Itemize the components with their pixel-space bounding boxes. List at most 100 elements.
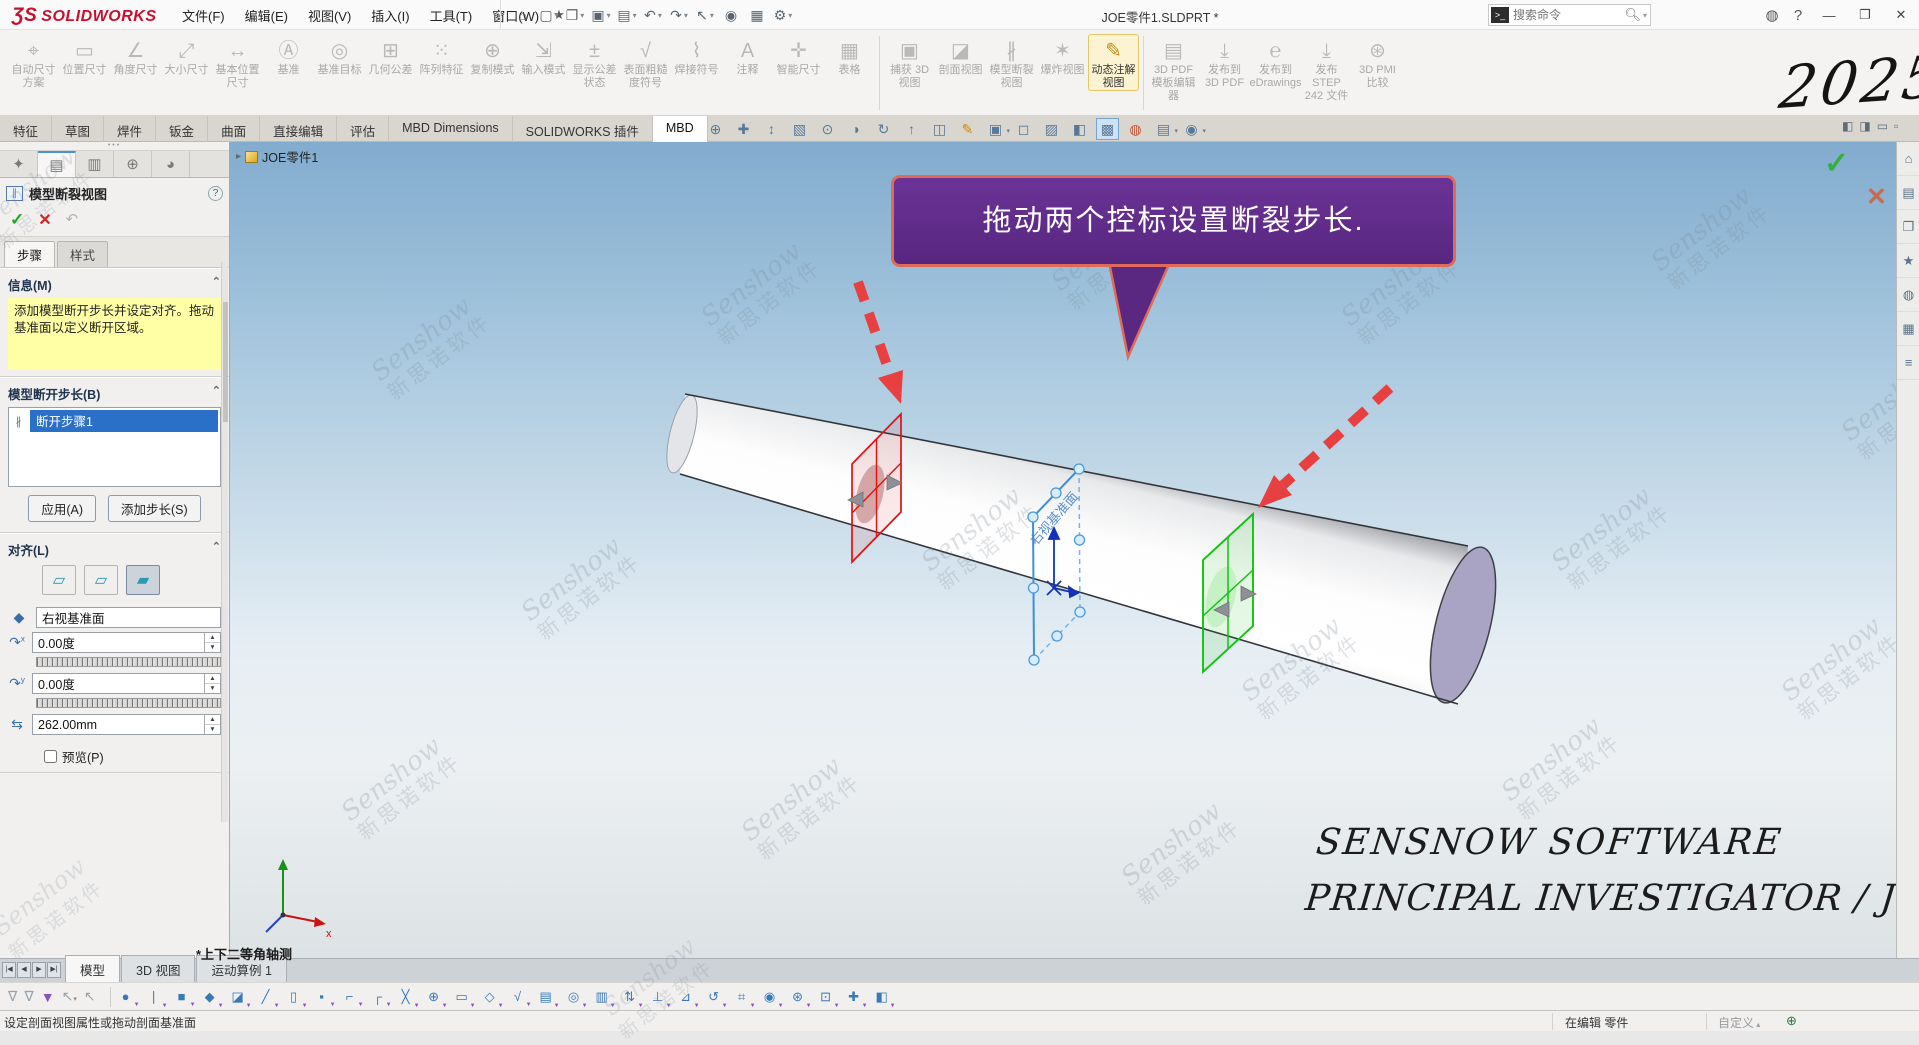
ribbon-button[interactable]: A 注释 — [722, 34, 773, 78]
maximize-button[interactable]: ❐ — [1847, 0, 1883, 30]
filter-tool-icon[interactable]: ◪ — [229, 989, 247, 1005]
angle-x-spinner[interactable]: ▲▼ — [204, 633, 220, 652]
preview-checkbox[interactable] — [44, 750, 57, 763]
align-flip-button[interactable]: ▱ — [84, 565, 118, 595]
list-item[interactable]: ∦ 断开步骤1 — [11, 410, 218, 432]
search-caret-icon[interactable]: ▾ — [1643, 11, 1647, 20]
ribbon-button[interactable]: ⇲ 输入模式 — [518, 34, 569, 78]
task-home-icon[interactable]: ⌂ — [1897, 142, 1919, 176]
filter-tool-icon[interactable]: ╱ — [257, 989, 275, 1005]
featuremanager-tab-icon[interactable]: ✦ — [0, 151, 38, 177]
filter-tool-icon[interactable]: ╳ — [397, 989, 415, 1005]
command-tab[interactable]: 评估 — [337, 116, 389, 142]
ribbon-button[interactable]: ◎ 基准目标 — [314, 34, 365, 78]
filter-tool-icon[interactable]: ⊛ — [789, 989, 807, 1005]
filter-tool-icon[interactable]: ⊥ — [649, 989, 667, 1005]
customize-menu[interactable]: 自定义 — [1718, 1014, 1760, 1031]
filter-tool-icon[interactable]: ⇅ — [621, 989, 639, 1005]
displaymanager-tab-icon[interactable]: ◕ — [152, 151, 190, 177]
account-icon[interactable]: ◍ — [1759, 6, 1785, 24]
help-icon[interactable]: ? — [1785, 7, 1811, 24]
ribbon-button[interactable]: ∦ 模型断裂视图 — [986, 34, 1037, 91]
filter-tool-icon[interactable]: ● — [117, 989, 135, 1004]
close-button[interactable]: ✕ — [1883, 0, 1919, 30]
filter-tool-icon[interactable]: ▯ — [285, 989, 303, 1005]
filter-tool-icon[interactable]: ◉ — [761, 989, 779, 1005]
zoom-selection-icon[interactable]: ⊙ — [816, 118, 839, 140]
confirm-ok-button[interactable]: ✓ — [1824, 146, 1849, 181]
dynamic-annotation-icon[interactable]: ✎ — [956, 118, 979, 140]
filter-tool-icon[interactable]: ✚ — [845, 989, 863, 1005]
angle-y-spinner[interactable]: ▲▼ — [204, 674, 220, 693]
undo-button[interactable]: ↶ — [66, 210, 79, 230]
tab-steps[interactable]: 步骤 — [4, 241, 55, 267]
filter-tool-icon[interactable]: ◧ — [873, 989, 891, 1005]
section-view-icon[interactable]: ◫ — [928, 118, 951, 140]
display-options-icon[interactable]: ▦ — [745, 3, 769, 27]
angle-x-field[interactable] — [33, 633, 204, 652]
pane-left-icon[interactable]: ◧ — [1842, 119, 1853, 133]
ribbon-button[interactable]: ⁙ 阵列特征 — [416, 34, 467, 78]
select-icon[interactable]: ↖ — [693, 3, 717, 27]
ribbon-button[interactable]: ⊛ 3D PMI 比较 — [1352, 34, 1403, 91]
filter-tool-icon[interactable]: ◇ — [481, 989, 499, 1005]
graphics-viewport[interactable]: Senshow新思诺软件Senshow新思诺软件Senshow新思诺软件Sens… — [230, 142, 1896, 958]
redo-icon[interactable]: ↷ — [667, 3, 691, 27]
minimize-button[interactable]: — — [1811, 0, 1847, 30]
align-xy-button[interactable]: ▱ — [42, 565, 76, 595]
pane-restore-icon[interactable]: ▫ — [1894, 119, 1898, 133]
ribbon-button[interactable]: ℮ 发布到 eDrawings — [1250, 34, 1301, 91]
filter-tool-icon[interactable]: ▥ — [593, 989, 611, 1005]
select-tool-icon[interactable]: ↖ — [62, 988, 77, 1005]
ribbon-button[interactable]: ⊕ 复制模式 — [467, 34, 518, 78]
ok-button[interactable]: ✓ — [10, 210, 24, 230]
filter-tool-icon[interactable]: ▭ — [453, 989, 471, 1005]
command-tab[interactable]: 直接编辑 — [260, 116, 337, 142]
view-orientation-icon[interactable]: ▣ — [984, 118, 1007, 140]
ribbon-button[interactable]: ⌖ 自动尺寸方案 — [8, 34, 59, 91]
panel-splitter[interactable]: ••• — [0, 142, 229, 151]
zoom-in-out-icon[interactable]: ↕ — [760, 118, 783, 140]
propertymanager-tab-icon[interactable]: ▤ — [38, 151, 76, 177]
ribbon-button[interactable]: √ 表面粗糙度符号 — [620, 34, 671, 91]
filter-tool-icon[interactable]: ▪ — [313, 989, 331, 1004]
options-icon[interactable]: ⚙ — [771, 3, 795, 27]
rotate-view-icon[interactable]: ↻ — [872, 118, 895, 140]
save-icon[interactable]: ▣ — [589, 3, 613, 27]
help-icon[interactable]: ? — [208, 186, 223, 201]
ribbon-button[interactable]: ▤ 3D PDF 模板编辑器 — [1148, 34, 1199, 104]
filter-tool-icon[interactable]: ■ — [173, 989, 191, 1004]
custom-properties-icon[interactable]: ▦ — [1897, 312, 1919, 346]
ribbon-button[interactable]: ⌇ 焊接符号 — [671, 34, 722, 78]
pan-icon[interactable]: ✚ — [732, 118, 755, 140]
mouse-gesture-icon[interactable]: ◉ — [719, 3, 743, 27]
command-tab[interactable]: MBD Dimensions — [389, 116, 513, 142]
flyout-feature-tree[interactable]: ▸ JOE零件1 — [236, 147, 318, 166]
ribbon-button[interactable]: ✶ 爆炸视图 — [1037, 34, 1088, 78]
ribbon-button[interactable]: ∠ 角度尺寸 — [110, 34, 161, 78]
scroll-last-icon[interactable]: ▶| — [47, 962, 61, 978]
ribbon-button[interactable]: ⊞ 几何公差 — [365, 34, 416, 78]
filter-tool-icon[interactable]: ⌗ — [733, 989, 751, 1005]
document-tab[interactable]: 3D 视图 — [121, 955, 195, 982]
ribbon-button[interactable]: ✛ 智能尺寸 — [773, 34, 824, 78]
collapse-chevron-icon[interactable]: ⌃ — [212, 275, 221, 294]
hidden-lines-style-icon[interactable]: ▨ — [1040, 118, 1063, 140]
cancel-button[interactable]: ✕ — [38, 210, 51, 230]
view-settings-icon[interactable]: ◑ — [844, 118, 867, 140]
command-tab[interactable]: MBD — [653, 116, 708, 142]
break-steps-list[interactable]: ∦ 断开步骤1 — [8, 407, 221, 487]
command-tab[interactable]: SOLIDWORKS 插件 — [513, 116, 653, 142]
cylinder-model[interactable] — [661, 392, 1509, 709]
shaded-edges-style-icon[interactable]: ▩ — [1096, 118, 1119, 140]
filter-tool-icon[interactable]: √ — [509, 989, 527, 1004]
ribbon-button[interactable]: ± 显示公差状态 — [569, 34, 620, 91]
select-alt-icon[interactable]: ↖ — [84, 988, 96, 1005]
ribbon-button[interactable]: ▣ 捕获 3D 视图 — [884, 34, 935, 91]
apply-button[interactable]: 应用(A) — [28, 495, 96, 522]
ribbon-button[interactable]: ⤓ 发布到 3D PDF — [1199, 34, 1250, 91]
zoom-area-icon[interactable]: ▧ — [788, 118, 811, 140]
collapse-chevron-icon[interactable]: ⌃ — [212, 384, 221, 403]
command-tab[interactable]: 钣金 — [156, 116, 208, 142]
search-icon[interactable]: 🔍︎ — [1624, 7, 1641, 23]
